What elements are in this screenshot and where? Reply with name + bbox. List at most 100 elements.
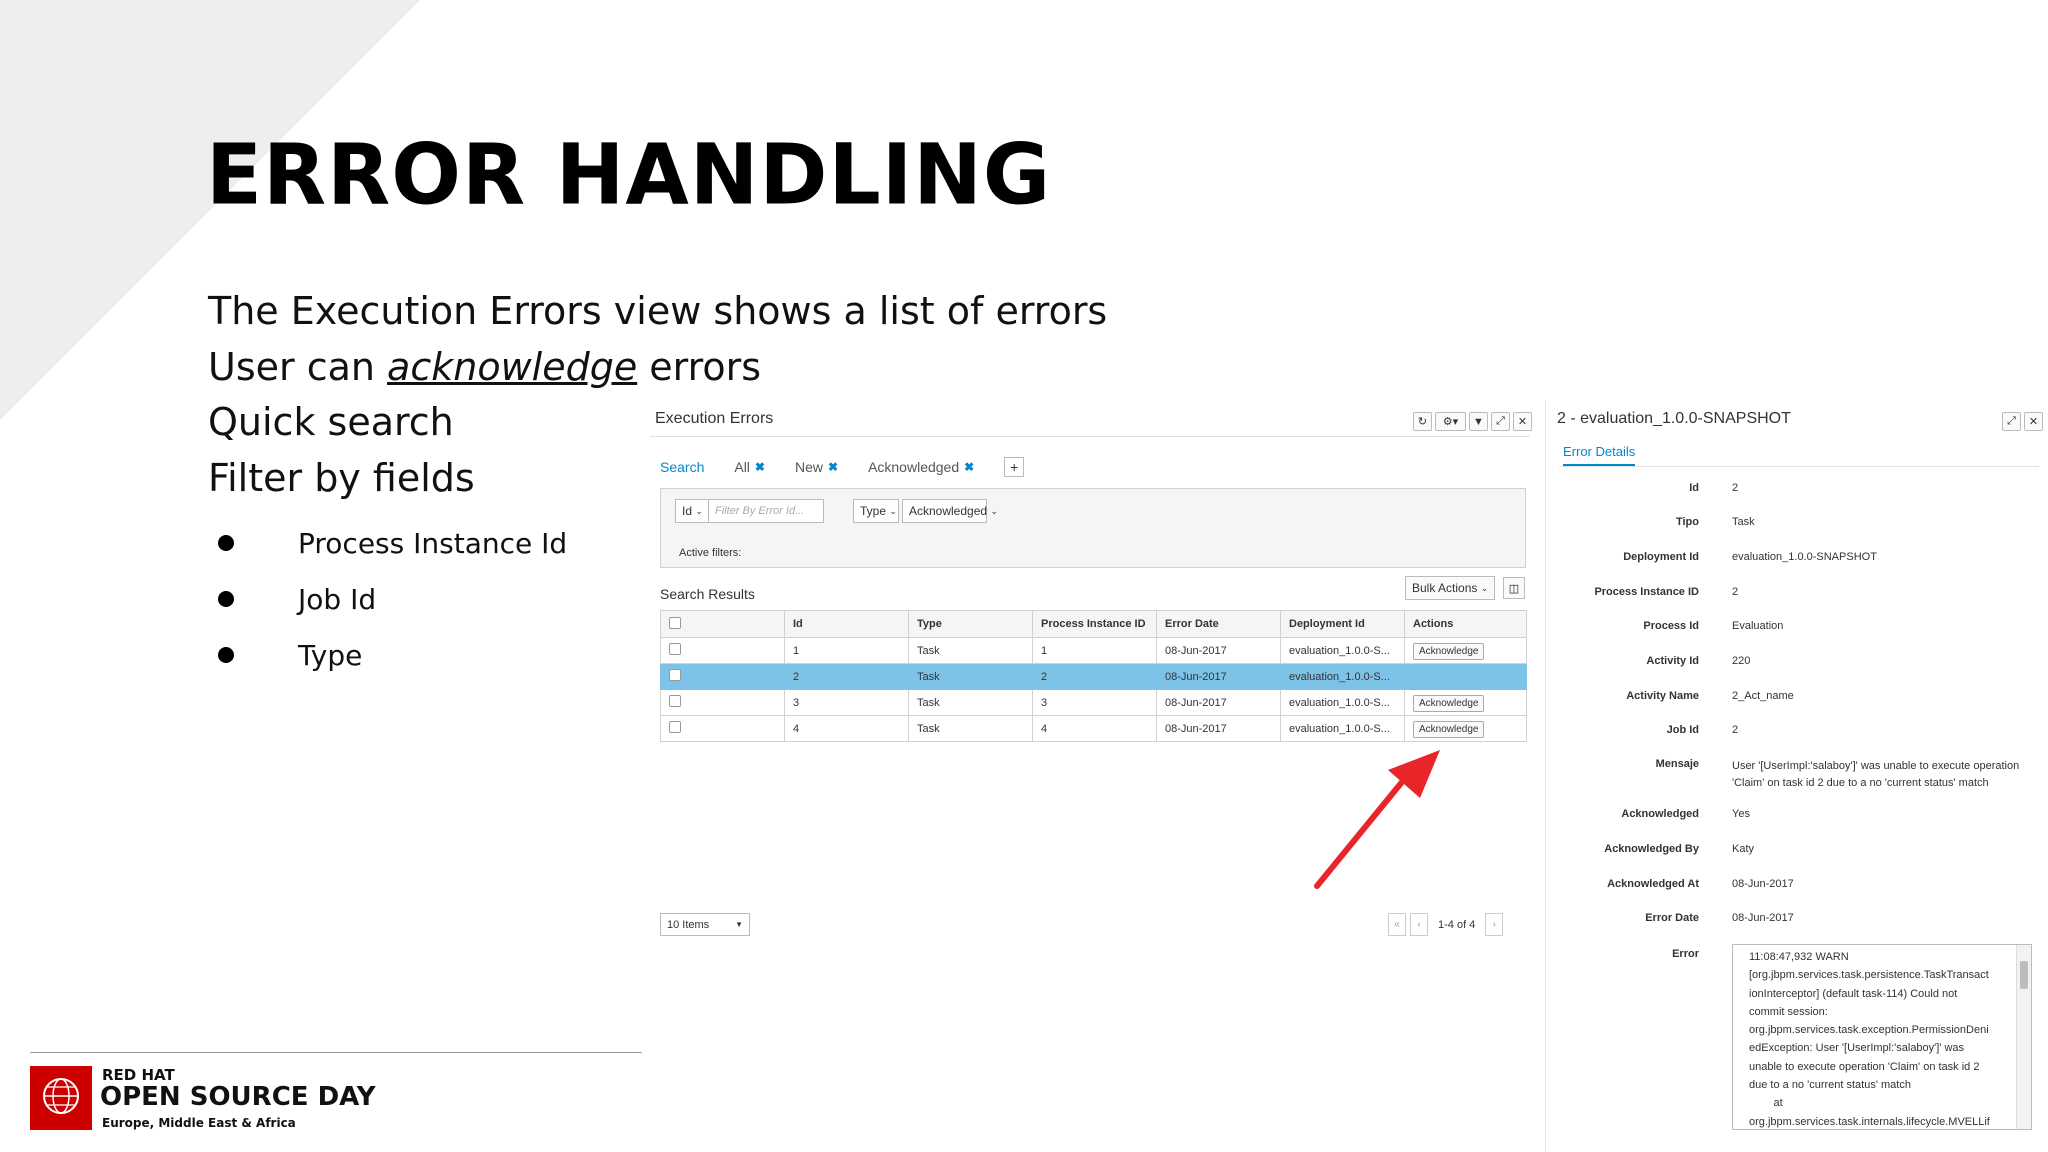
columns-icon[interactable]: ◫: [1503, 577, 1525, 599]
panel-toolbar: ↻ ⚙▾ ▼ ⤢ ✕: [1410, 412, 1532, 431]
row-checkbox-cell[interactable]: [660, 715, 785, 742]
table-row[interactable]: 3 Task 3 08-Jun-2017 evaluation_1.0.0-S.…: [660, 689, 1527, 716]
bullet-acknowledge: User can acknowledge errors: [208, 340, 1107, 396]
select-all-header[interactable]: [660, 610, 785, 638]
divider: [1559, 466, 2039, 467]
close-tab-icon[interactable]: ✖: [828, 460, 838, 474]
tab-new[interactable]: New ✖: [795, 459, 838, 475]
table-row[interactable]: 4 Task 4 08-Jun-2017 evaluation_1.0.0-S.…: [660, 715, 1527, 742]
field-select[interactable]: Id ⌄: [675, 499, 709, 523]
type-select-value: Type: [860, 504, 887, 518]
tab-search[interactable]: Search: [660, 459, 704, 475]
bulk-actions-label: Bulk Actions: [1412, 581, 1478, 595]
panel-divider: [1545, 400, 1546, 1152]
filter-id-input[interactable]: Filter By Error Id...: [708, 499, 824, 523]
caret-down-icon: ▼: [735, 920, 743, 929]
table-row-selected[interactable]: 2 Task 2 08-Jun-2017 evaluation_1.0.0-S.…: [660, 663, 1527, 690]
tab-all[interactable]: All ✖: [734, 459, 765, 475]
page-size-select[interactable]: 10 Items ▼: [660, 913, 750, 936]
column-header-type[interactable]: Type: [908, 610, 1033, 638]
chevron-down-icon: ⌄: [990, 505, 998, 516]
refresh-icon[interactable]: ↻: [1413, 412, 1432, 431]
acknowledged-select-value: Acknowledged: [909, 504, 988, 518]
gear-icon[interactable]: ⚙▾: [1435, 412, 1466, 431]
detail-value: Evaluation: [1732, 620, 1784, 632]
details-title: 2 - evaluation_1.0.0-SNAPSHOT: [1557, 410, 1791, 427]
row-checkbox-cell[interactable]: [660, 637, 785, 664]
prev-page-icon[interactable]: ‹: [1410, 913, 1428, 936]
cell-id: 3: [784, 689, 909, 716]
close-icon[interactable]: ✕: [1513, 412, 1532, 431]
chevron-down-icon: ⌄: [695, 505, 703, 516]
type-select[interactable]: Type ⌄: [853, 499, 899, 523]
cell-type: Task: [908, 715, 1033, 742]
acknowledge-button[interactable]: Acknowledge: [1413, 720, 1485, 738]
bullet-acknowledge-emphasis: acknowledge: [387, 344, 638, 389]
cell-actions: Acknowledge: [1404, 689, 1527, 716]
cell-error-date: 08-Jun-2017: [1156, 715, 1281, 742]
acknowledged-select[interactable]: Acknowledged ⌄: [902, 499, 998, 523]
checkbox[interactable]: [669, 669, 681, 681]
next-page-icon[interactable]: ›: [1485, 913, 1504, 936]
expand-icon[interactable]: ⤢: [1491, 412, 1510, 431]
tab-error-details[interactable]: Error Details: [1563, 444, 1636, 466]
acknowledge-button[interactable]: Acknowledge: [1413, 694, 1485, 712]
detail-label: Acknowledged By: [1604, 843, 1699, 855]
cell-error-date: 08-Jun-2017: [1156, 689, 1281, 716]
row-checkbox-cell[interactable]: [660, 663, 785, 690]
column-header-id[interactable]: Id: [784, 610, 909, 638]
sub-bullet-label: Job Id: [298, 582, 377, 616]
add-tab-button[interactable]: +: [1004, 457, 1025, 477]
cell-deployment-id: evaluation_1.0.0-S...: [1280, 663, 1405, 690]
checkbox[interactable]: [669, 643, 681, 655]
column-header-error-date[interactable]: Error Date: [1156, 610, 1281, 638]
detail-label: Error Date: [1645, 912, 1699, 924]
checkbox[interactable]: [669, 721, 681, 733]
detail-label: Id: [1689, 482, 1699, 494]
sub-bullet-label: Process Instance Id: [298, 526, 568, 560]
detail-label: Error: [1672, 948, 1699, 960]
bullet-acknowledge-pre: User can: [208, 344, 388, 389]
tab-acknowledged[interactable]: Acknowledged ✖: [868, 459, 974, 475]
red-hat-logo-icon: [30, 1066, 92, 1130]
table-row[interactable]: 1 Task 1 08-Jun-2017 evaluation_1.0.0-S.…: [660, 637, 1527, 664]
filter-icon[interactable]: ▼: [1469, 412, 1488, 431]
detail-label: Acknowledged At: [1607, 878, 1699, 890]
scrollbar-thumb[interactable]: [2020, 961, 2028, 989]
bulk-actions-button[interactable]: Bulk Actions ⌄: [1405, 576, 1496, 600]
cell-process-instance-id: 4: [1032, 715, 1157, 742]
checkbox[interactable]: [669, 695, 681, 707]
error-textarea[interactable]: 11:08:47,932 WARN [org.jbpm.services.tas…: [1732, 944, 2032, 1130]
page-size-value: 10 Items: [667, 918, 710, 931]
cell-type: Task: [908, 663, 1033, 690]
column-header-process-instance-id[interactable]: Process Instance ID: [1032, 610, 1157, 638]
cell-actions: Acknowledge: [1404, 715, 1527, 742]
close-tab-icon[interactable]: ✖: [755, 460, 765, 474]
errors-table: Id Type Process Instance ID Error Date D…: [660, 610, 1527, 742]
bullet-dot-icon: [218, 647, 234, 663]
row-checkbox-cell[interactable]: [660, 689, 785, 716]
filter-tabs: Search All ✖ New ✖ Acknowledged ✖ +: [660, 452, 1025, 482]
column-header-deployment-id[interactable]: Deployment Id: [1280, 610, 1405, 638]
close-tab-icon[interactable]: ✖: [964, 460, 974, 474]
detail-value: evaluation_1.0.0-SNAPSHOT: [1732, 551, 1877, 563]
checkbox[interactable]: [669, 616, 681, 629]
chevron-down-icon: ⌄: [889, 505, 897, 516]
field-select-value: Id: [682, 504, 693, 518]
error-text: 11:08:47,932 WARN [org.jbpm.services.tas…: [1749, 951, 1990, 1128]
first-page-icon[interactable]: «: [1388, 913, 1406, 936]
close-icon[interactable]: ✕: [2024, 412, 2043, 431]
search-results-label: Search Results: [660, 586, 755, 602]
detail-label: Job Id: [1666, 724, 1699, 736]
cell-type: Task: [908, 689, 1033, 716]
acknowledge-button[interactable]: Acknowledge: [1413, 642, 1485, 660]
sub-bullet: Job Id: [208, 571, 567, 627]
sub-bullet: Type: [208, 627, 567, 683]
expand-icon[interactable]: ⤢: [2002, 412, 2021, 431]
page-info: 1-4 of 4: [1438, 918, 1476, 931]
sub-bullet: Process Instance Id: [208, 515, 567, 571]
detail-value: 2: [1732, 586, 1739, 598]
filter-box: Id ⌄ Filter By Error Id... Type ⌄ Acknow…: [660, 488, 1526, 568]
detail-value: 220: [1732, 655, 1751, 667]
scrollbar[interactable]: [2016, 945, 2031, 1129]
